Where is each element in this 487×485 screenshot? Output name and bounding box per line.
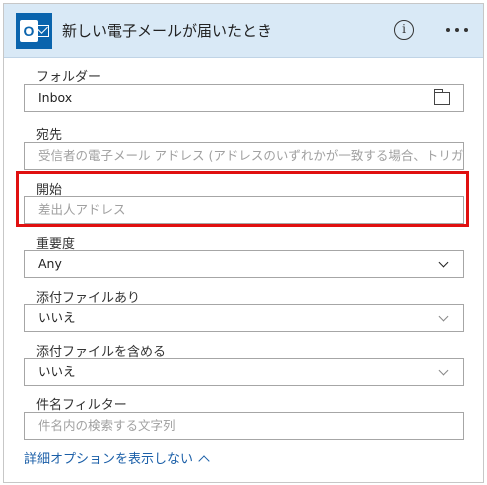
- subject-filter-input[interactable]: 件名内の検索する文字列: [24, 412, 464, 440]
- folder-label: フォルダー: [36, 70, 102, 85]
- folder-field[interactable]: Inbox: [24, 84, 464, 112]
- card-header[interactable]: O 新しい電子メールが届いたとき i: [4, 4, 483, 58]
- trigger-card: O 新しい電子メールが届いたとき i フォルダー Inbox 宛先 受信者の電子…: [3, 3, 484, 483]
- has-attachment-value: いいえ: [38, 310, 76, 325]
- has-attachment-select[interactable]: いいえ: [24, 304, 464, 332]
- hide-advanced-options-link[interactable]: 詳細オプションを表示しない: [24, 448, 210, 467]
- chevron-down-icon: [438, 365, 449, 376]
- folder-icon[interactable]: [434, 89, 450, 105]
- importance-select[interactable]: Any: [24, 250, 464, 278]
- include-attachments-select[interactable]: いいえ: [24, 358, 464, 386]
- to-input[interactable]: 受信者の電子メール アドレス (アドレスのいずれかが一致する場合、トリガ: [24, 142, 464, 170]
- hide-advanced-options-label: 詳細オプションを表示しない: [24, 452, 194, 467]
- chevron-down-icon: [438, 311, 449, 322]
- outlook-icon: O: [16, 13, 52, 49]
- importance-value: Any: [38, 256, 62, 271]
- highlight-box: [16, 171, 469, 227]
- chevron-down-icon: [438, 257, 449, 268]
- envelope-icon: [35, 25, 49, 37]
- to-label: 宛先: [36, 128, 63, 143]
- more-options-icon[interactable]: [444, 18, 472, 40]
- subject-filter-label: 件名フィルター: [36, 398, 127, 413]
- card-title: 新しい電子メールが届いたとき: [62, 22, 273, 40]
- include-attachments-value: いいえ: [38, 364, 76, 379]
- chevron-up-icon: [198, 455, 210, 467]
- folder-value: Inbox: [38, 90, 73, 105]
- info-icon[interactable]: i: [394, 20, 414, 40]
